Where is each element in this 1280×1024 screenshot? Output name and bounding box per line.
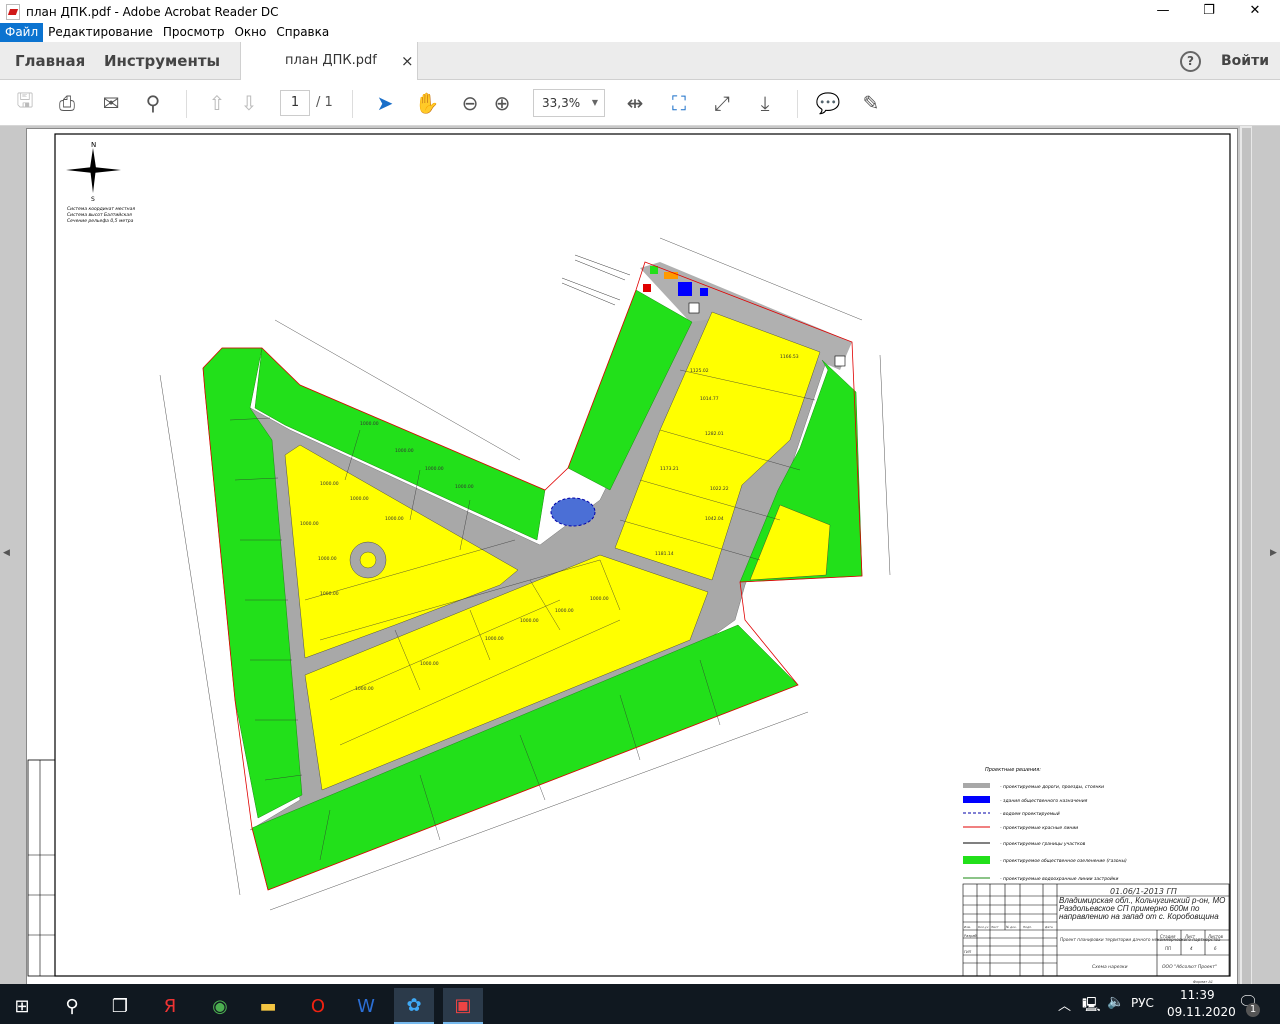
legend: Проектные решения: - проектируемые дорог… <box>963 767 1127 882</box>
opera-icon[interactable]: O <box>298 988 338 1024</box>
svg-text:6: 6 <box>1214 946 1217 951</box>
legend-item: - проектируемые красные линии <box>1000 826 1078 831</box>
building <box>643 284 651 292</box>
parking-sign-icon <box>834 355 846 367</box>
site-plan-drawing: N S Система координат местная Система вы… <box>27 133 1231 984</box>
plot-area-label: 1022.22 <box>710 486 729 492</box>
company-name: ООО "Абсолют Проект" <box>1162 964 1217 970</box>
svg-text:ПП: ПП <box>1165 946 1171 951</box>
sheet-name: Схема нарезки <box>1092 964 1128 970</box>
plot-area-label: 1000.00 <box>320 481 339 487</box>
note: Сечение рельефа 0,5 метра <box>67 218 134 224</box>
svg-text:4: 4 <box>1190 946 1193 951</box>
plot-area-label: 1000.00 <box>590 596 609 602</box>
plot-area-label: 1042.04 <box>705 516 724 522</box>
clock-date[interactable]: 09.11.2020 <box>1167 1005 1236 1019</box>
chrome-icon[interactable]: ◉ <box>200 988 240 1024</box>
svg-text:Лист: Лист <box>990 925 999 929</box>
plot-area-label: 1000.00 <box>555 608 574 614</box>
plot-area-label: 1181.14 <box>655 551 674 557</box>
legend-item: - проектируемые дороги, проезды, стоянки <box>1000 785 1104 790</box>
plot-area-label: 1000.00 <box>485 636 504 642</box>
plot-area-label: 1000.00 <box>520 618 539 624</box>
app-icon[interactable]: ✿ <box>394 988 434 1024</box>
volume-icon[interactable]: 🔈 <box>1107 994 1124 1010</box>
task-view-icon[interactable]: ❐ <box>100 988 140 1024</box>
language-indicator[interactable]: РУС <box>1131 996 1154 1010</box>
plot-area-label: 1173.21 <box>660 466 679 472</box>
plot-area-label: 1000.00 <box>320 591 339 597</box>
note: Система координат местная <box>67 206 135 212</box>
plot-area-label: 1000.00 <box>455 484 474 490</box>
legend-item: - водоем проектируемый <box>1000 811 1060 817</box>
legend-item: - проектируемое общественное озеленение … <box>1000 858 1127 864</box>
svg-text:Стадия: Стадия <box>1160 934 1176 939</box>
svg-text:№ док.: № док. <box>1005 925 1017 929</box>
plot-area-label: 1014.77 <box>700 396 719 402</box>
svg-text:Дата: Дата <box>1044 925 1053 929</box>
plot-area-label: 1000.00 <box>350 496 369 502</box>
network-icon[interactable]: 🖳 <box>1082 994 1101 1018</box>
start-windows-icon[interactable]: ⊞ <box>2 988 42 1024</box>
file-explorer-icon[interactable]: ▬ <box>248 988 288 1024</box>
search-icon[interactable]: ⚲ <box>52 988 92 1024</box>
svg-text:ГИП: ГИП <box>964 950 972 954</box>
plot-area-label: 1000.00 <box>385 516 404 522</box>
building <box>700 288 708 296</box>
legend-title: Проектные решения: <box>985 767 1041 773</box>
parking-sign-icon <box>688 302 700 314</box>
plot-area-label: 1000.00 <box>395 448 414 454</box>
drawing-code: 01.06/1-2013 ГП <box>1110 887 1177 896</box>
footbridge <box>561 254 631 306</box>
yandex-browser-icon[interactable]: Я <box>150 988 190 1024</box>
plot-area-label: 1000.00 <box>425 466 444 472</box>
show-hidden-icons[interactable]: ︿ <box>1058 995 1071 1014</box>
legend-item: - проектируемые водоохранные линии застр… <box>1000 876 1119 882</box>
plot-area-label: 1000.00 <box>300 521 319 527</box>
side-stamp <box>27 759 56 977</box>
svg-text:Изм.: Изм. <box>964 925 971 929</box>
project-text: Проект планировки территории дачного нек… <box>1060 937 1221 942</box>
compass-rose-icon: N S <box>66 141 121 203</box>
plot-area-label: 1125.02 <box>690 368 709 374</box>
svg-text:S: S <box>91 196 95 203</box>
building <box>664 272 678 279</box>
word-icon[interactable]: W <box>346 988 386 1024</box>
svg-text:Подп.: Подп. <box>1023 925 1032 929</box>
plot-area-label: 1166.53 <box>780 354 799 360</box>
clock-time[interactable]: 11:39 <box>1180 988 1215 1002</box>
acrobat-taskbar-icon[interactable]: ▣ <box>443 988 483 1024</box>
plot-area-label: 1000.00 <box>318 556 337 562</box>
plot-area-label: 1000.00 <box>420 661 439 667</box>
svg-text:Разраб.: Разраб. <box>964 934 978 938</box>
note: Система высот Балтийская <box>67 212 132 218</box>
svg-text:N: N <box>91 141 96 149</box>
svg-text:Кол.уч: Кол.уч <box>978 925 989 929</box>
building <box>678 282 692 296</box>
notification-count: 1 <box>1246 1003 1260 1017</box>
plot-area-label: 1282.01 <box>705 431 724 437</box>
taskbar: ⊞ ⚲ ❐ Я ◉ ▬ O W ✿ ▣ ︿ 🖳 🔈 РУС 11:39 09.1… <box>0 984 1280 1024</box>
svg-text:Листов: Листов <box>1207 934 1224 939</box>
legend-item: - здания общественного назначения <box>1000 798 1088 804</box>
building <box>650 266 658 274</box>
plot-area-label: 1000.00 <box>360 421 379 427</box>
legend-item: - проектируемые границы участков <box>1000 842 1086 847</box>
plot-area-label: 1000.00 <box>355 686 374 692</box>
pond <box>550 497 596 527</box>
svg-text:Лист: Лист <box>1184 934 1196 939</box>
location-text: Владимирская обл., Кольчугинский р-он, М… <box>1059 896 1226 922</box>
